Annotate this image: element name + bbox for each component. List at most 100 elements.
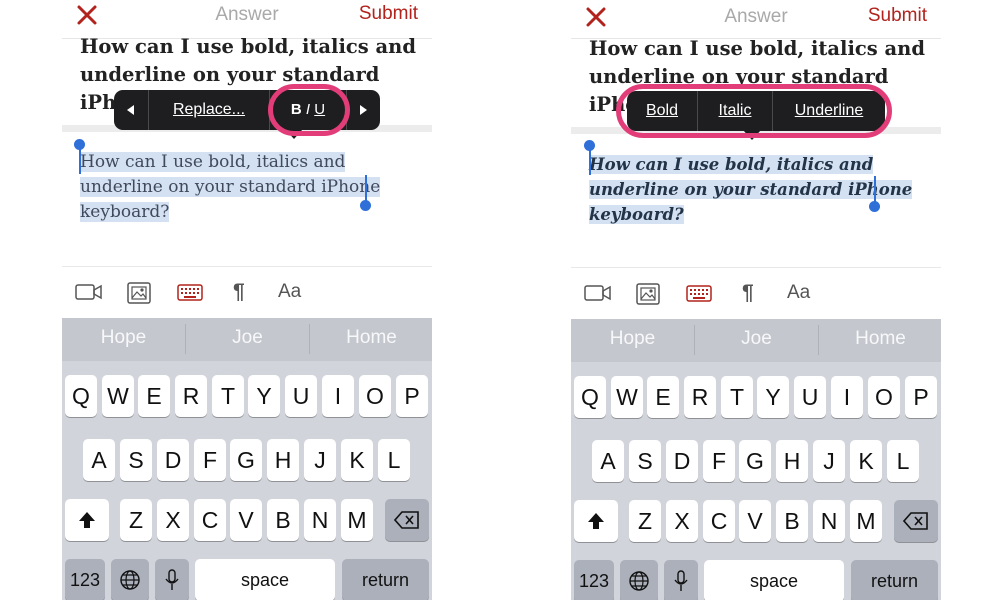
dictation-key[interactable] (155, 559, 189, 600)
answer-text-field[interactable]: How can I use bold, italics and underlin… (589, 152, 929, 227)
key-n[interactable]: N (813, 500, 845, 542)
key-e[interactable]: E (647, 376, 679, 418)
key-b[interactable]: B (267, 499, 299, 541)
key-g[interactable]: G (230, 439, 262, 481)
key-u[interactable]: U (285, 375, 317, 417)
selected-text: How can I use bold, italics and underlin… (80, 152, 381, 222)
submit-button[interactable]: Submit (359, 3, 418, 25)
numbers-key[interactable]: 123 (574, 560, 614, 600)
key-h[interactable]: H (267, 439, 299, 481)
delete-key[interactable] (385, 499, 429, 541)
key-n[interactable]: N (304, 499, 336, 541)
right-arrow-icon (360, 105, 367, 115)
key-j[interactable]: J (813, 440, 845, 482)
replace-button[interactable]: Replace... (149, 90, 269, 130)
key-s[interactable]: S (629, 440, 661, 482)
globe-key[interactable] (620, 560, 658, 600)
key-a[interactable]: A (83, 439, 115, 481)
font-size-icon[interactable]: Aa (278, 276, 308, 308)
key-i[interactable]: I (831, 376, 863, 418)
dictation-key[interactable] (664, 560, 698, 600)
key-d[interactable]: D (666, 440, 698, 482)
video-icon[interactable] (583, 277, 613, 309)
backspace-icon (902, 512, 928, 530)
font-size-icon[interactable]: Aa (787, 277, 817, 309)
key-x[interactable]: X (666, 500, 698, 542)
key-y[interactable]: Y (757, 376, 789, 418)
image-icon[interactable] (634, 277, 662, 309)
menu-next-arrow[interactable] (347, 90, 380, 130)
screenshot-left: Answer Submit How can I use bold, italic… (62, 0, 432, 600)
suggestion-1[interactable]: Hope (571, 319, 694, 362)
key-f[interactable]: F (703, 440, 735, 482)
space-key[interactable]: space (704, 560, 844, 600)
key-c[interactable]: C (194, 499, 226, 541)
key-r[interactable]: R (684, 376, 716, 418)
globe-key[interactable] (111, 559, 149, 600)
key-l[interactable]: L (378, 439, 410, 481)
return-key[interactable]: return (851, 560, 938, 600)
shift-key[interactable] (574, 500, 618, 542)
menu-prev-arrow[interactable] (114, 90, 148, 130)
key-o[interactable]: O (359, 375, 391, 417)
selection-end-handle[interactable] (360, 200, 371, 211)
key-l[interactable]: L (887, 440, 919, 482)
format-toolbar: ¶ Aa (571, 277, 941, 309)
suggestion-2[interactable]: Joe (186, 318, 309, 361)
numbers-key[interactable]: 123 (65, 559, 105, 600)
key-j[interactable]: J (304, 439, 336, 481)
key-p[interactable]: P (905, 376, 937, 418)
key-c[interactable]: C (703, 500, 735, 542)
key-v[interactable]: V (230, 499, 262, 541)
key-m[interactable]: M (850, 500, 882, 542)
key-f[interactable]: F (194, 439, 226, 481)
paragraph-icon[interactable]: ¶ (233, 276, 253, 308)
suggestion-3[interactable]: Home (310, 318, 432, 361)
selection-end-handle[interactable] (869, 201, 880, 212)
suggestion-3[interactable]: Home (819, 319, 941, 362)
return-key[interactable]: return (342, 559, 429, 600)
key-k[interactable]: K (341, 439, 373, 481)
paragraph-icon[interactable]: ¶ (742, 277, 762, 309)
video-icon[interactable] (74, 276, 104, 308)
key-k[interactable]: K (850, 440, 882, 482)
submit-button[interactable]: Submit (868, 5, 927, 27)
key-h[interactable]: H (776, 440, 808, 482)
key-a[interactable]: A (592, 440, 624, 482)
suggestion-bar: Hope Joe Home (571, 319, 941, 362)
key-b[interactable]: B (776, 500, 808, 542)
key-i[interactable]: I (322, 375, 354, 417)
key-e[interactable]: E (138, 375, 170, 417)
key-x[interactable]: X (157, 499, 189, 541)
key-d[interactable]: D (157, 439, 189, 481)
key-s[interactable]: S (120, 439, 152, 481)
header-bar: Answer Submit (571, 0, 941, 39)
key-g[interactable]: G (739, 440, 771, 482)
keyboard-icon[interactable] (684, 277, 714, 309)
key-z[interactable]: Z (629, 500, 661, 542)
keyboard-icon[interactable] (175, 276, 205, 308)
key-w[interactable]: W (102, 375, 134, 417)
image-icon[interactable] (125, 276, 153, 308)
shift-key[interactable] (65, 499, 109, 541)
key-o[interactable]: O (868, 376, 900, 418)
key-z[interactable]: Z (120, 499, 152, 541)
space-key[interactable]: space (195, 559, 335, 600)
selection-end-caret (874, 176, 876, 204)
key-v[interactable]: V (739, 500, 771, 542)
answer-text-field[interactable]: How can I use bold, italics and underlin… (80, 150, 420, 225)
key-m[interactable]: M (341, 499, 373, 541)
key-y[interactable]: Y (248, 375, 280, 417)
key-t[interactable]: T (212, 375, 244, 417)
key-q[interactable]: Q (65, 375, 97, 417)
key-t[interactable]: T (721, 376, 753, 418)
key-q[interactable]: Q (574, 376, 606, 418)
key-u[interactable]: U (794, 376, 826, 418)
key-r[interactable]: R (175, 375, 207, 417)
key-p[interactable]: P (396, 375, 428, 417)
delete-key[interactable] (894, 500, 938, 542)
suggestion-1[interactable]: Hope (62, 318, 185, 361)
microphone-icon (674, 570, 688, 591)
suggestion-2[interactable]: Joe (695, 319, 818, 362)
key-w[interactable]: W (611, 376, 643, 418)
